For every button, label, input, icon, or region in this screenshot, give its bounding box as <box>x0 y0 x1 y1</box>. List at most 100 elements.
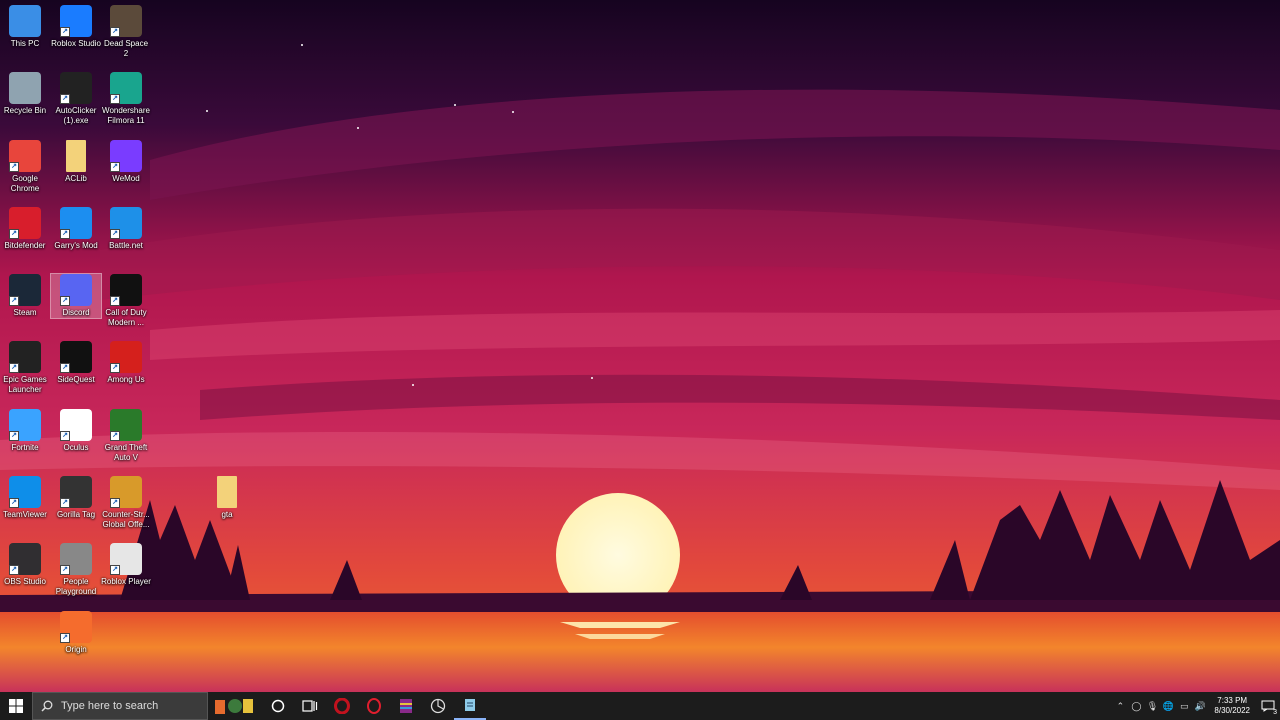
desktop-icon-label: Google Chrome <box>10 174 40 193</box>
network-icon[interactable]: 🌐 <box>1160 692 1176 720</box>
desktop-filmora-shortcut[interactable]: ↗ Wondershare Filmora 11 <box>101 72 151 126</box>
search-highlight-button[interactable] <box>208 692 262 720</box>
cortana-button[interactable] <box>262 692 294 720</box>
desktop-bitdefender-shortcut[interactable]: ↗ Bitdefender <box>0 207 50 251</box>
shortcut-arrow-icon: ↗ <box>110 498 120 508</box>
desktop-roblox-studio-shortcut[interactable]: ↗ Roblox Studio <box>51 5 101 49</box>
filmora-icon: ↗ <box>110 72 142 104</box>
shortcut-arrow-icon: ↗ <box>9 229 19 239</box>
windows-start-icon <box>9 699 23 713</box>
oculus-icon: ↗ <box>60 409 92 441</box>
taskbar-winrar[interactable] <box>390 692 422 720</box>
desktop-icon-label: Discord <box>62 308 90 317</box>
desktop-roblox-player-shortcut[interactable]: ↗ Roblox Player <box>101 543 151 587</box>
chrome-icon: ↗ <box>9 140 41 172</box>
desktop-discord-shortcut[interactable]: ↗ Discord <box>50 273 102 319</box>
notification-count: 3 <box>1273 709 1277 716</box>
desktop-icon-label: Among Us <box>107 375 145 384</box>
desktop-obs-shortcut[interactable]: ↗ OBS Studio <box>0 543 50 587</box>
taskbar-app-circle[interactable] <box>422 692 454 720</box>
taskbar-search-box[interactable] <box>32 692 208 720</box>
csgo-icon: ↗ <box>110 476 142 508</box>
desktop-oculus-shortcut[interactable]: ↗ Oculus <box>51 409 101 453</box>
desktop-battlenet-shortcut[interactable]: ↗ Battle.net <box>101 207 151 251</box>
desktop-teamviewer-shortcut[interactable]: ↗ TeamViewer <box>0 476 50 520</box>
microphone-icon[interactable]: 🎙 <box>1144 692 1160 720</box>
desktop-gorilla-tag-shortcut[interactable]: ↗ Gorilla Tag <box>51 476 101 520</box>
sidequest-icon: ↗ <box>60 341 92 373</box>
folder-icon <box>217 476 237 508</box>
desktop-people-playground-shortcut[interactable]: ↗ People Playground <box>51 543 101 597</box>
shortcut-arrow-icon: ↗ <box>110 363 120 373</box>
desktop-steam-shortcut[interactable]: ↗ Steam <box>0 274 50 318</box>
shortcut-arrow-icon: ↗ <box>110 296 120 306</box>
desktop-recycle-bin-shortcut[interactable]: Recycle Bin <box>0 72 50 116</box>
steam-icon: ↗ <box>9 274 41 306</box>
desktop-chrome-shortcut[interactable]: ↗ Google Chrome <box>0 140 50 194</box>
epic-games-icon: ↗ <box>9 341 41 373</box>
gorilla-tag-icon: ↗ <box>60 476 92 508</box>
among-us-icon: ↗ <box>110 341 142 373</box>
cod-mw-icon: ↗ <box>110 274 142 306</box>
desktop-dead-space-shortcut[interactable]: ↗ Dead Space 2 <box>101 5 151 59</box>
bitdefender-icon: ↗ <box>9 207 41 239</box>
show-hidden-icons-button[interactable]: ⌃ <box>1112 692 1128 720</box>
desktop-garrys-mod-shortcut[interactable]: ↗ Garry's Mod <box>51 207 101 251</box>
shortcut-arrow-icon: ↗ <box>60 363 70 373</box>
folder-icon <box>66 140 86 172</box>
shortcut-arrow-icon: ↗ <box>60 296 70 306</box>
desktop-icon-label: Fortnite <box>11 443 39 452</box>
desktop-among-us-shortcut[interactable]: ↗ Among Us <box>101 341 151 385</box>
shortcut-arrow-icon: ↗ <box>110 565 120 575</box>
desktop-icon-label: Counter-Str... Global Offe... <box>102 510 150 529</box>
battery-icon[interactable]: ▭ <box>1176 692 1192 720</box>
desktop-icon-label: Wondershare Filmora 11 <box>102 106 150 125</box>
desktop-csgo-shortcut[interactable]: ↗ Counter-Str... Global Offe... <box>101 476 151 530</box>
taskbar-notepad[interactable] <box>454 692 486 720</box>
desktop-icon-label: TeamViewer <box>3 510 47 519</box>
wemod-icon: ↗ <box>110 140 142 172</box>
shortcut-arrow-icon: ↗ <box>9 565 19 575</box>
desktop-icon-label: Steam <box>13 308 37 317</box>
desktop-epic-games-shortcut[interactable]: ↗ Epic Games Launcher <box>0 341 50 395</box>
tray-app-icon[interactable]: ◯ <box>1128 692 1144 720</box>
chrome-like-icon <box>430 698 446 714</box>
shortcut-arrow-icon: ↗ <box>110 229 120 239</box>
battlenet-icon: ↗ <box>110 207 142 239</box>
recycle-bin-icon <box>9 72 41 104</box>
desktop-wallpaper <box>0 0 1280 692</box>
desktop-wemod-shortcut[interactable]: ↗ WeMod <box>101 140 151 184</box>
windows-start-button[interactable] <box>0 692 32 720</box>
desktop-folder-shortcut[interactable]: gta <box>202 476 252 520</box>
opera-icon <box>367 698 381 714</box>
desktop-autoclicker-shortcut[interactable]: ↗ AutoClicker (1).exe <box>51 72 101 126</box>
autoclicker-icon: ↗ <box>60 72 92 104</box>
desktop-this-pc-shortcut[interactable]: This PC <box>0 5 50 49</box>
notification-center-button[interactable]: 3 <box>1256 692 1280 720</box>
task-view-button[interactable] <box>294 692 326 720</box>
desktop-gta-v-shortcut[interactable]: ↗ Grand Theft Auto V <box>101 409 151 463</box>
clock-date: 8/30/2022 <box>1214 706 1250 715</box>
volume-icon[interactable]: 🔊 <box>1192 692 1208 720</box>
desktop-origin-shortcut[interactable]: ↗ Origin <box>51 611 101 655</box>
desktop-icon-label: ACLib <box>65 174 87 183</box>
taskbar-opera-gx[interactable] <box>326 692 358 720</box>
desktop-icon-label: Recycle Bin <box>3 106 47 115</box>
desktop-sidequest-shortcut[interactable]: ↗ SideQuest <box>51 341 101 385</box>
dead-space-icon: ↗ <box>110 5 142 37</box>
desktop-folder-shortcut[interactable]: ACLib <box>51 140 101 184</box>
shortcut-arrow-icon: ↗ <box>60 565 70 575</box>
taskbar-opera[interactable] <box>358 692 390 720</box>
roblox-studio-icon: ↗ <box>60 5 92 37</box>
opera-gx-icon <box>334 698 350 714</box>
desktop-cod-mw-shortcut[interactable]: ↗ Call of Duty Modern ... <box>101 274 151 328</box>
search-input[interactable] <box>59 699 193 713</box>
shortcut-arrow-icon: ↗ <box>60 94 70 104</box>
desktop-icon-label: Origin <box>65 645 87 654</box>
desktop-icon-label: This PC <box>10 39 40 48</box>
clock[interactable]: 7:33 PM 8/30/2022 <box>1208 696 1256 716</box>
discord-icon: ↗ <box>60 274 92 306</box>
clock-time: 7:33 PM <box>1217 696 1248 705</box>
desktop-fortnite-shortcut[interactable]: ↗ Fortnite <box>0 409 50 453</box>
notepad-icon <box>465 699 475 711</box>
